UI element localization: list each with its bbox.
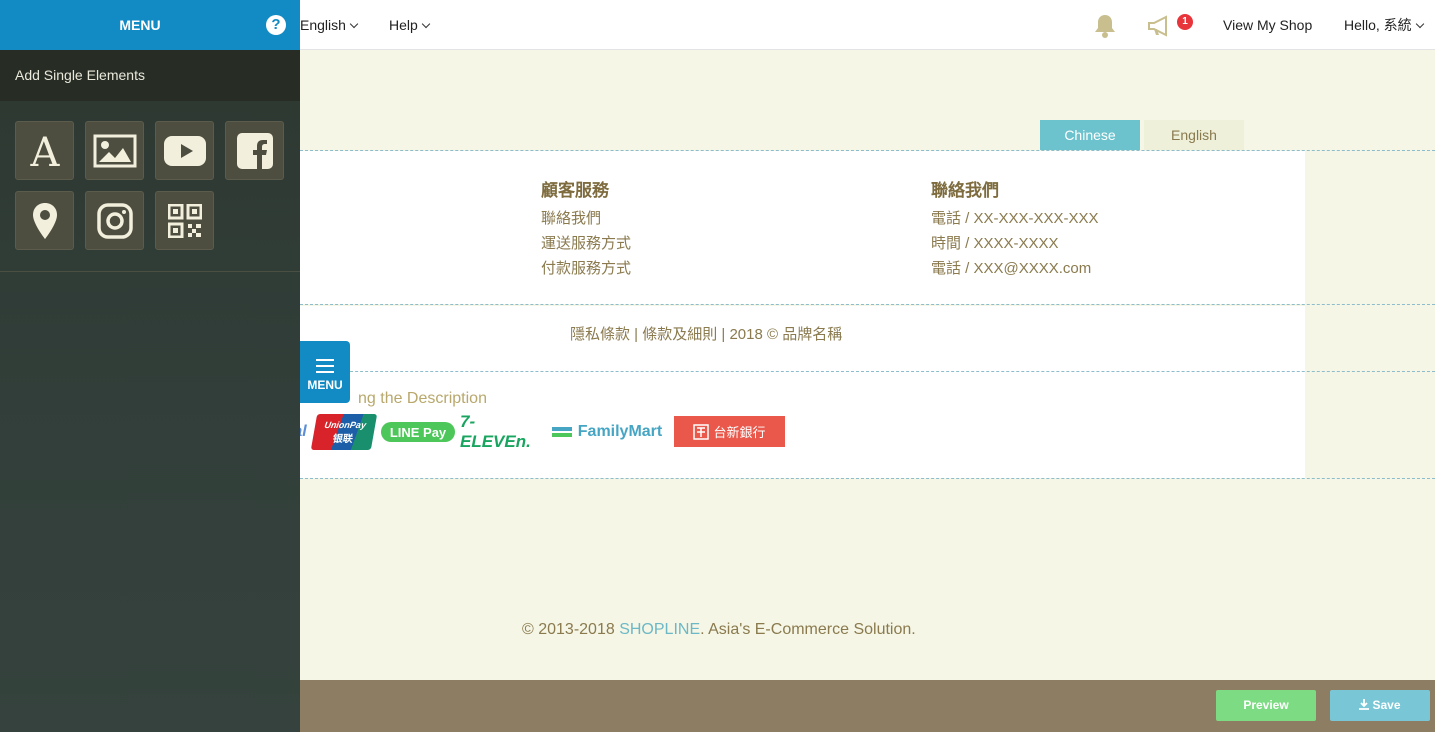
customer-service-link[interactable]: 付款服務方式 bbox=[541, 257, 631, 278]
qrcode-element[interactable] bbox=[155, 191, 214, 250]
youtube-element[interactable] bbox=[155, 121, 214, 180]
description-text: ng the Description bbox=[358, 390, 487, 407]
tab-english[interactable]: English bbox=[1144, 120, 1244, 150]
download-icon bbox=[1359, 699, 1370, 710]
image-icon bbox=[93, 134, 136, 167]
instagram-element[interactable] bbox=[85, 191, 144, 250]
unionpay-logo: UnionPay 银联 bbox=[310, 414, 378, 450]
chevron-down-icon bbox=[1415, 19, 1424, 29]
help-icon[interactable]: ? bbox=[266, 15, 286, 35]
preview-button[interactable]: Preview bbox=[1216, 690, 1316, 721]
help-dropdown[interactable]: Help bbox=[389, 0, 431, 50]
section-divider bbox=[300, 478, 1435, 479]
tab-chinese[interactable]: Chinese bbox=[1040, 120, 1140, 150]
notification-badge: 1 bbox=[1177, 14, 1193, 30]
map-pin-icon bbox=[32, 202, 57, 239]
sidebar-title: MENU bbox=[119, 17, 161, 33]
familymart-stripes-icon bbox=[551, 427, 572, 437]
customer-service-link[interactable]: 聯絡我們 bbox=[541, 207, 601, 228]
contact-line: 電話 / XXX@XXXX.com bbox=[931, 260, 1092, 277]
section-header: Add Single Elements bbox=[0, 50, 300, 101]
sidebar-header: MENU ? bbox=[0, 0, 300, 50]
facebook-element[interactable] bbox=[225, 121, 284, 180]
linepay-logo: LINE Pay bbox=[381, 422, 455, 442]
contact-line: 時間 / XXXX-XXXX bbox=[931, 235, 1059, 252]
language-label: English bbox=[300, 17, 346, 33]
tiles-divider bbox=[0, 271, 300, 272]
youtube-icon bbox=[163, 135, 206, 166]
text-icon: A bbox=[29, 131, 60, 171]
text-element[interactable]: A bbox=[15, 121, 74, 180]
section-label: Add Single Elements bbox=[15, 67, 145, 83]
language-dropdown[interactable]: English bbox=[300, 0, 359, 50]
svg-text:A: A bbox=[29, 131, 60, 171]
footer-links-block[interactable] bbox=[300, 151, 1305, 304]
contact-line: 電話 / XX-XXX-XXX-XXX bbox=[931, 210, 1099, 227]
customer-service-link[interactable]: 運送服務方式 bbox=[541, 232, 631, 253]
instagram-icon bbox=[96, 202, 133, 239]
qr-code-icon bbox=[167, 203, 202, 238]
facebook-icon bbox=[236, 132, 273, 169]
view-my-shop-link[interactable]: View My Shop bbox=[1223, 0, 1312, 50]
hamburger-icon bbox=[316, 359, 334, 377]
menu-toggle-button[interactable]: MENU bbox=[300, 341, 350, 403]
menu-toggle-label: MENU bbox=[307, 378, 343, 392]
image-element[interactable] bbox=[85, 121, 144, 180]
taishin-mark-icon bbox=[693, 423, 710, 440]
chevron-down-icon bbox=[349, 19, 359, 29]
help-label: Help bbox=[389, 17, 418, 33]
familymart-logo: FamilyMart bbox=[550, 414, 664, 450]
shopline-link[interactable]: SHOPLINE bbox=[619, 621, 700, 638]
customer-service-title: 顧客服務 bbox=[541, 181, 609, 200]
save-button[interactable]: Save bbox=[1330, 690, 1430, 721]
user-menu[interactable]: Hello, 系統 bbox=[1344, 0, 1424, 50]
copyright-text: © 2013-2018 SHOPLINE. Asia's E-Commerce … bbox=[522, 621, 916, 638]
bell-icon[interactable] bbox=[1093, 13, 1117, 39]
chevron-down-icon bbox=[421, 19, 431, 29]
seven-eleven-logo: 7-ELEVEn. bbox=[460, 412, 531, 451]
section-divider bbox=[300, 150, 1435, 151]
megaphone-icon[interactable] bbox=[1147, 15, 1173, 37]
section-divider bbox=[300, 371, 1435, 372]
editor-sidebar: MENU ? Add Single Elements A bbox=[0, 0, 300, 732]
map-element[interactable] bbox=[15, 191, 74, 250]
user-greeting: Hello, 系統 bbox=[1344, 17, 1412, 33]
section-divider bbox=[300, 304, 1435, 305]
taishin-bank-logo: 台新銀行 bbox=[674, 416, 785, 447]
legal-links[interactable]: 隱私條款 | 條款及細則 | 2018 © 品牌名稱 bbox=[570, 323, 842, 344]
contact-title: 聯絡我們 bbox=[931, 181, 999, 200]
